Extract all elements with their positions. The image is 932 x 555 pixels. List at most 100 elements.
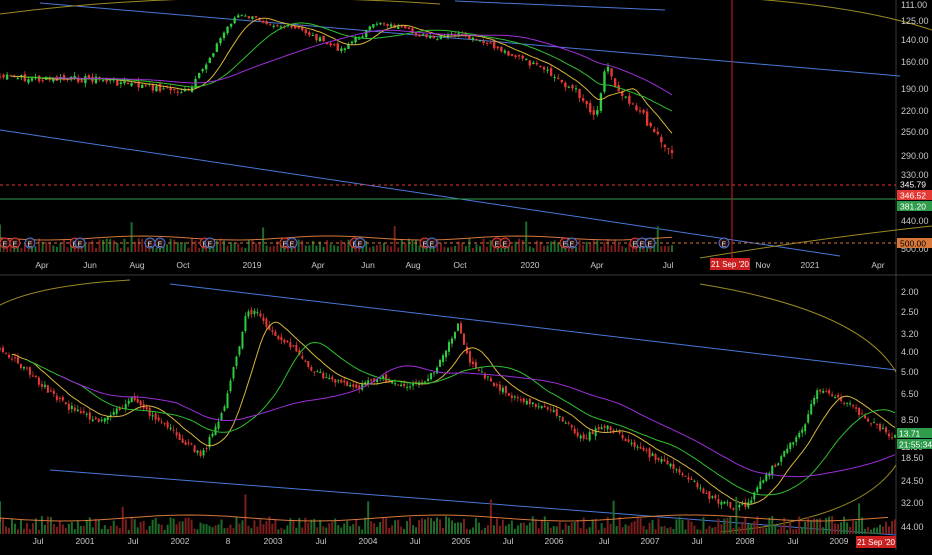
bottom-candle-body [660, 459, 663, 462]
bottom-candle-body [567, 422, 570, 424]
top-volume-bar [329, 244, 332, 252]
bottom-candle-body [352, 384, 355, 387]
top-candle-body [308, 32, 311, 36]
top-candle-body [350, 41, 354, 44]
bottom-volume-bar [370, 521, 373, 534]
top-candle-body [539, 65, 542, 68]
bottom-price-tick: 18.50 [901, 453, 924, 463]
top-volume-bar [347, 239, 350, 252]
bottom-volume-bar [139, 522, 142, 534]
bottom-volume-bar [639, 517, 642, 534]
top-volume-bar [521, 239, 524, 252]
bottom-candle-body [319, 371, 322, 373]
bottom-volume-bar [597, 529, 600, 534]
bottom-candle-body [462, 333, 465, 345]
bottom-candle-body [157, 417, 160, 421]
bottom-candle-body [337, 380, 340, 382]
bottom-candle-body [471, 361, 474, 365]
bottom-candle-body [442, 355, 445, 363]
bottom-candle-body [271, 330, 274, 332]
bottom-candle-body [501, 387, 504, 393]
bottom-candle-body [130, 396, 133, 403]
top-candle-body [542, 67, 546, 70]
bottom-volume-bar [798, 516, 801, 534]
bottom-price-tick: 6.50 [901, 389, 919, 399]
bottom-volume-bar [765, 527, 768, 534]
top-volume-bar [578, 239, 581, 252]
top-candle-body [493, 41, 496, 49]
top-candle-body [589, 103, 592, 113]
bottom-volume-bar [382, 517, 385, 534]
top-candle-body [37, 75, 41, 82]
bottom-volume-bar [31, 523, 34, 534]
bottom-volume-bar [612, 500, 615, 534]
bottom-candle-body [600, 427, 603, 430]
top-candle-body [517, 55, 521, 57]
top-candle-body [141, 84, 144, 88]
top-candle-body [496, 46, 499, 49]
top-volume-bar [450, 246, 453, 252]
bottom-volume-bar [834, 523, 837, 534]
top-candle-body [318, 37, 322, 42]
top-volume-bar [98, 239, 101, 252]
top-candle-body [389, 24, 393, 27]
top-candle-body [432, 35, 435, 39]
bottom-candle-body [94, 417, 97, 420]
bottom-volume-bar [418, 520, 421, 534]
top-price-label: 500.00 [900, 239, 926, 249]
bottom-time-tick: 2001 [76, 536, 95, 546]
top-time-tick: Nov [755, 260, 771, 270]
bottom-volume-bar [666, 528, 669, 534]
chart-canvas[interactable]: E E E E E E E E E E E E E E E E E E E E E E E111.00125.00140.0… [0, 0, 932, 550]
top-volume-bar [301, 240, 304, 252]
top-time-tick: 2019 [243, 260, 262, 270]
top-volume-bar [322, 246, 325, 252]
top-volume-bar [368, 247, 371, 252]
bottom-candle-body [241, 331, 244, 349]
bottom-volume-bar [579, 527, 582, 534]
bottom-candle-body [459, 323, 462, 334]
earnings-label: E [358, 242, 363, 249]
bottom-volume-bar [385, 518, 388, 534]
top-volume-bar [102, 239, 105, 252]
bottom-candle-body [540, 406, 543, 408]
bottom-volume-bar [702, 517, 705, 534]
top-volume-bar [66, 247, 69, 252]
bottom-candle-body [762, 480, 765, 483]
bottom-volume-bar [483, 527, 486, 534]
bottom-volume-bar [750, 523, 753, 534]
top-candle-body [340, 48, 343, 52]
bottom-volume-bar [723, 518, 726, 534]
bottom-volume-bar [513, 528, 516, 534]
bottom-volume-bar [504, 525, 507, 534]
bottom-candle-body [220, 412, 223, 421]
earnings-label: E [640, 242, 645, 249]
bottom-time-tick: 2007 [641, 536, 660, 546]
top-candle-body [247, 16, 251, 19]
bottom-volume-bar [205, 524, 208, 534]
bottom-time-tick: 2002 [171, 536, 190, 546]
bottom-candle-body [136, 399, 139, 403]
bottom-candle-body [621, 434, 624, 439]
bottom-volume-bar [94, 518, 97, 534]
top-candle-body [400, 26, 403, 28]
top-volume-bar [226, 245, 229, 252]
bottom-candle-body [364, 382, 367, 384]
bottom-candle-body [453, 332, 456, 339]
top-candle-body [229, 23, 233, 27]
top-volume-bar [95, 247, 97, 252]
top-price-tick: 190.00 [901, 84, 929, 94]
bottom-price-label: 13.71 [899, 429, 921, 439]
top-price-tick: 220.00 [901, 106, 929, 116]
bottom-time-tick: Jul [599, 536, 610, 546]
bottom-volume-bar [603, 527, 606, 534]
bottom-candle-body [537, 406, 540, 408]
bottom-volume-bar [624, 524, 627, 534]
bottom-volume-bar [187, 517, 190, 534]
bottom-volume-bar [331, 521, 334, 534]
top-price-label: 345.79 [900, 180, 926, 190]
top-volume-bar [390, 246, 393, 252]
bottom-volume-bar [124, 519, 127, 534]
top-candle-body [272, 25, 275, 27]
bottom-candle-body [705, 492, 708, 494]
